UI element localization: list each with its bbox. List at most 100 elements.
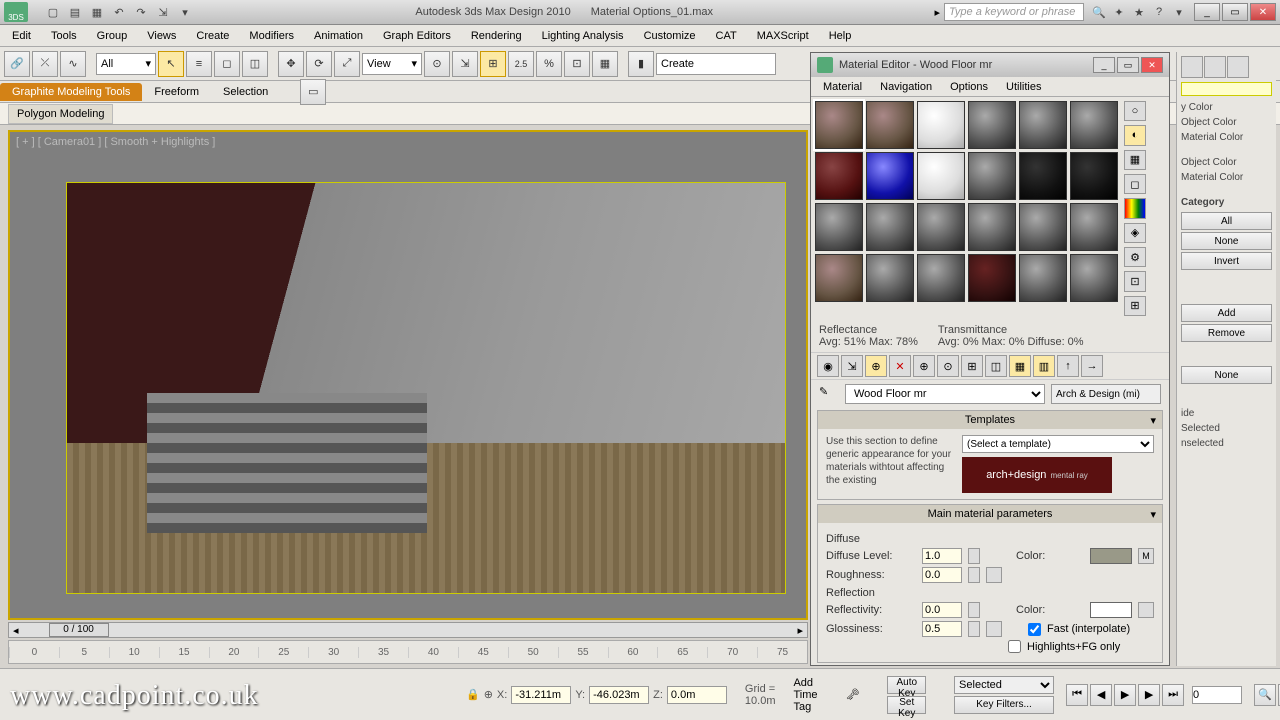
reflection-color-swatch[interactable] <box>1090 602 1132 618</box>
sample-slot-22[interactable] <box>968 254 1016 302</box>
percent-snap-button[interactable]: % <box>536 51 562 77</box>
keymode-dropdown[interactable]: Selected <box>954 676 1054 694</box>
move-button[interactable]: ✥ <box>278 51 304 77</box>
sample-slot-19[interactable] <box>815 254 863 302</box>
mirror-button[interactable]: ▮ <box>628 51 654 77</box>
sample-slot-14[interactable] <box>866 203 914 251</box>
next-frame-button[interactable]: ▶ <box>1138 684 1160 706</box>
sample-uv-button[interactable]: ◻ <box>1124 174 1146 194</box>
ribbon-expand-button[interactable]: ▭ <box>300 79 326 105</box>
cmd-tab-create[interactable] <box>1181 56 1203 78</box>
sample-slot-7[interactable] <box>815 152 863 200</box>
current-frame-input[interactable] <box>1192 686 1242 704</box>
maximize-button[interactable]: ▭ <box>1222 3 1248 21</box>
search-icon[interactable]: 🔍 <box>1090 3 1108 21</box>
comm-center-icon[interactable]: ✦ <box>1110 3 1128 21</box>
get-material-button[interactable]: ◉ <box>817 355 839 377</box>
cmd-name-field[interactable] <box>1181 82 1272 96</box>
cmd-tab-modify[interactable] <box>1204 56 1226 78</box>
key-icon[interactable]: 🗝 <box>846 688 860 701</box>
menu-modifiers[interactable]: Modifiers <box>239 27 304 45</box>
sample-slot-21[interactable] <box>917 254 965 302</box>
manipulate-button[interactable]: ⇲ <box>452 51 478 77</box>
material-color-option[interactable]: Material Color <box>1181 130 1272 145</box>
app-logo[interactable]: 3DS <box>4 2 28 22</box>
prev-frame-button[interactable]: ◀ <box>1090 684 1112 706</box>
sample-slot-3[interactable] <box>917 101 965 149</box>
sample-slot-4[interactable] <box>968 101 1016 149</box>
assign-to-selection-button[interactable]: ⊕ <box>865 355 887 377</box>
scale-button[interactable]: ⤢ <box>334 51 360 77</box>
favorites-icon[interactable]: ★ <box>1130 3 1148 21</box>
time-slider-thumb[interactable]: 0 / 100 <box>49 623 109 637</box>
sample-slot-5[interactable] <box>1019 101 1067 149</box>
sample-slot-20[interactable] <box>866 254 914 302</box>
reflectivity-spinner[interactable] <box>968 602 980 618</box>
mat-minimize-button[interactable]: _ <box>1093 57 1115 73</box>
coord-x-input[interactable] <box>511 686 571 704</box>
fast-interpolate-checkbox[interactable] <box>1028 623 1041 636</box>
menu-customize[interactable]: Customize <box>634 27 706 45</box>
show-end-result-button[interactable]: ▥ <box>1033 355 1055 377</box>
polygon-modeling-panel[interactable]: Polygon Modeling <box>8 104 113 124</box>
autokey-button[interactable]: Auto Key <box>887 676 926 694</box>
all-button[interactable]: All <box>1181 212 1272 230</box>
menu-maxscript[interactable]: MAXScript <box>747 27 819 45</box>
qat-redo-icon[interactable]: ↷ <box>132 3 150 21</box>
diffuse-map-button[interactable]: M <box>1138 548 1154 564</box>
spinner-snap-button[interactable]: ⊡ <box>564 51 590 77</box>
selection-filter-dropdown[interactable]: All▾ <box>96 53 156 75</box>
window-crossing-button[interactable]: ◫ <box>242 51 268 77</box>
addtag-button[interactable]: Add Time Tag <box>793 677 817 713</box>
viewport-label[interactable]: [ + ] [ Camera01 ] [ Smooth + Highlights… <box>16 136 215 148</box>
make-preview-button[interactable]: ◈ <box>1124 223 1146 243</box>
put-to-scene-button[interactable]: ⇲ <box>841 355 863 377</box>
menu-rendering[interactable]: Rendering <box>461 27 532 45</box>
close-button[interactable]: ✕ <box>1250 3 1276 21</box>
roughness-input[interactable] <box>922 567 962 583</box>
invert-button[interactable]: Invert <box>1181 252 1272 270</box>
sample-slot-17[interactable] <box>1019 203 1067 251</box>
glossiness-map-button[interactable] <box>986 621 1002 637</box>
lock-icon[interactable]: 🔒 <box>466 688 480 701</box>
mat-menu-navigation[interactable]: Navigation <box>872 79 940 95</box>
material-id-button[interactable]: ◫ <box>985 355 1007 377</box>
qat-save-icon[interactable]: ▦ <box>88 3 106 21</box>
unselected-option[interactable]: nselected <box>1181 436 1272 451</box>
material-type-button[interactable]: Arch & Design (mi) <box>1051 384 1161 404</box>
go-parent-button[interactable]: ↑ <box>1057 355 1079 377</box>
help-icon[interactable]: ? <box>1150 3 1168 21</box>
sample-slot-18[interactable] <box>1070 203 1118 251</box>
keyfilters-button[interactable]: Key Filters... <box>954 696 1054 714</box>
sample-type-button[interactable]: ○ <box>1124 101 1146 121</box>
viewport-camera01[interactable]: [ + ] [ Camera01 ] [ Smooth + Highlights… <box>8 130 808 620</box>
qat-new-icon[interactable]: ▢ <box>44 3 62 21</box>
menu-group[interactable]: Group <box>87 27 138 45</box>
show-map-button[interactable]: ▦ <box>1009 355 1031 377</box>
selected-option[interactable]: Selected <box>1181 421 1272 436</box>
diffuse-level-spinner[interactable] <box>968 548 980 564</box>
reflectivity-input[interactable] <box>922 602 962 618</box>
menu-help[interactable]: Help <box>819 27 862 45</box>
rotate-button[interactable]: ⟳ <box>306 51 332 77</box>
cmd-tab-hierarchy[interactable] <box>1227 56 1249 78</box>
ref-coord-dropdown[interactable]: View▾ <box>362 53 422 75</box>
sample-slot-8[interactable] <box>866 152 914 200</box>
material-name-dropdown[interactable]: Wood Floor mr <box>845 384 1045 404</box>
time-ruler[interactable]: 051015202530354045505560657075 <box>8 640 808 664</box>
link-button[interactable]: 🔗 <box>4 51 30 77</box>
put-to-library-button[interactable]: ⊞ <box>961 355 983 377</box>
mat-maximize-button[interactable]: ▭ <box>1117 57 1139 73</box>
bind-button[interactable]: ∿ <box>60 51 86 77</box>
pivot-button[interactable]: ⊙ <box>424 51 450 77</box>
qat-open-icon[interactable]: ▤ <box>66 3 84 21</box>
tab-selection[interactable]: Selection <box>211 83 280 101</box>
sample-slot-2[interactable] <box>866 101 914 149</box>
sample-slot-1[interactable] <box>815 101 863 149</box>
glossiness-spinner[interactable] <box>968 621 980 637</box>
nav-zoom-button[interactable]: 🔍 <box>1254 684 1276 706</box>
menu-create[interactable]: Create <box>186 27 239 45</box>
main-params-rollout-header[interactable]: Main material parameters <box>818 505 1162 523</box>
mat-menu-utilities[interactable]: Utilities <box>998 79 1049 95</box>
coord-y-input[interactable] <box>589 686 649 704</box>
